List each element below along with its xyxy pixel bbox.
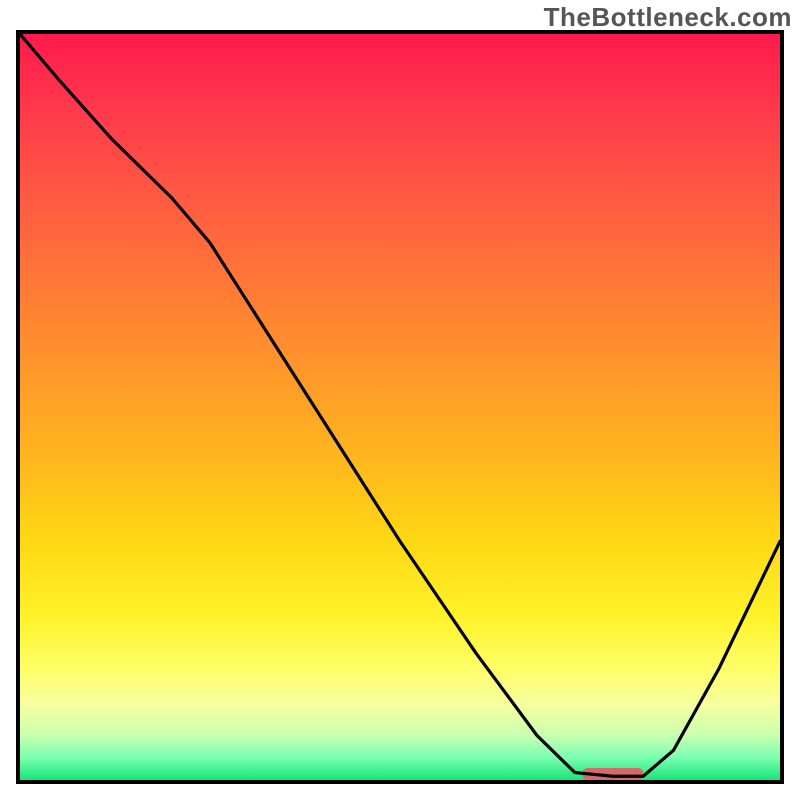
watermark-text: TheBottleneck.com	[544, 2, 792, 33]
bottleneck-curve-line	[20, 34, 780, 776]
chart-svg	[20, 34, 780, 780]
plot-frame	[16, 30, 784, 784]
chart-container: TheBottleneck.com	[0, 0, 800, 800]
